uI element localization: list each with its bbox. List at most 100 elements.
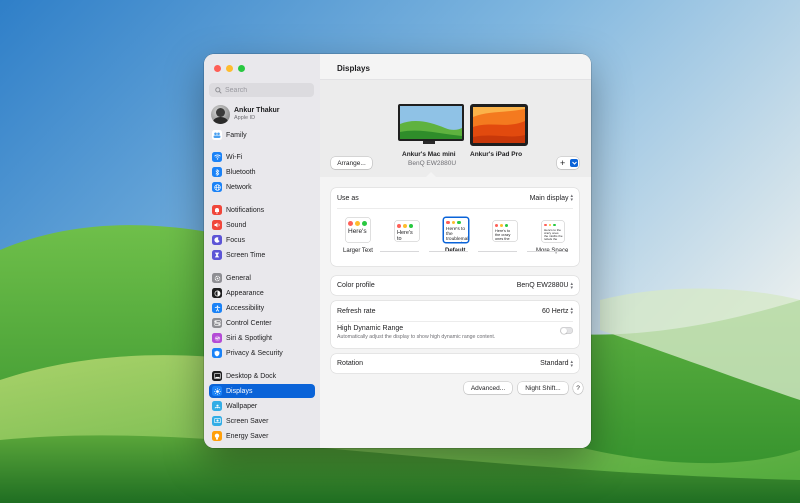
- avatar: [211, 105, 230, 124]
- color-profile-popup[interactable]: BenQ EW2880U ▴ ▾: [516, 280, 573, 291]
- hdr-description: Automatically adjust the display to show…: [337, 334, 496, 340]
- resolution-label: Larger Text: [343, 248, 373, 254]
- rotation-popup[interactable]: Standard ▴ ▾: [540, 359, 573, 368]
- sidebar-item-label: General: [226, 274, 251, 282]
- sidebar-item-accessibility[interactable]: Accessibility: [209, 301, 315, 315]
- advanced-button[interactable]: Advanced...: [464, 382, 512, 394]
- general-icon: [212, 273, 222, 283]
- resolution-sample-text: Here's to the crazy ones the troublemake…: [495, 229, 511, 241]
- divider: [337, 321, 573, 322]
- ipad-wallpaper-preview: [473, 107, 525, 143]
- display-name-2: Ankur's iPad Pro: [470, 151, 523, 158]
- monitor-stand: [423, 141, 435, 144]
- sidebar-item-bluetooth[interactable]: Bluetooth: [209, 165, 315, 179]
- refresh-hdr-card: Refresh rate 60 Hertz ▴ ▾ High Dynamic Ra…: [331, 301, 579, 348]
- resolution-option[interactable]: Here's to the crazy ones the misfits the…: [542, 221, 564, 242]
- use-as-popup[interactable]: Main display ▴ ▾: [529, 193, 573, 203]
- sidebar-item-label: Network: [226, 183, 252, 191]
- search-field[interactable]: [209, 83, 314, 97]
- sidebar-item-wifi[interactable]: Wi-Fi: [209, 150, 315, 164]
- add-display-button[interactable]: +: [557, 157, 579, 169]
- sidebar-item-label: Appearance: [226, 289, 264, 297]
- sidebar-item-notifications[interactable]: Notifications: [209, 203, 315, 217]
- search-input[interactable]: [225, 86, 305, 94]
- window-dots-preview: [544, 223, 556, 226]
- hdr-toggle[interactable]: [560, 327, 573, 334]
- window-dots-preview: [397, 223, 413, 228]
- sidebar-item-displays[interactable]: Displays: [209, 384, 315, 398]
- displays-pane: Displays Ankur's Mac mini BenQ EW2880U A…: [320, 54, 591, 448]
- resolution-sample-text: Here's to the crazy ones the misfits the…: [544, 227, 563, 242]
- up-down-chevron-icon: ▴ ▾: [570, 306, 573, 316]
- sidebar-item-sound[interactable]: Sound: [209, 218, 315, 232]
- display-arrangement: Ankur's Mac mini BenQ EW2880U Ankur's iP…: [320, 80, 591, 177]
- refresh-rate-label: Refresh rate: [337, 307, 376, 315]
- close-button[interactable]: [214, 65, 221, 72]
- bluetooth-icon: [212, 167, 222, 177]
- resolution-option[interactable]: Here's to the crazy ones the troublemake…: [493, 221, 517, 241]
- apple-id-account[interactable]: Ankur Thakur Apple ID: [211, 105, 280, 124]
- sidebar-item-label: Screen Time: [226, 251, 266, 259]
- sidebar-item-label: Wallpaper: [226, 402, 258, 410]
- privacy-icon: [212, 348, 222, 358]
- sidebar-item-appearance[interactable]: Appearance: [209, 286, 315, 300]
- account-name: Ankur Thakur: [234, 107, 280, 114]
- color-profile-row[interactable]: Color profile BenQ EW2880U ▴ ▾: [331, 276, 579, 295]
- window-controls: [214, 65, 245, 72]
- window-dots-preview: [348, 220, 367, 226]
- sidebar-item-label: Sound: [226, 221, 247, 229]
- use-as-row[interactable]: Use as Main display ▴ ▾: [331, 188, 579, 208]
- page-title: Displays: [337, 64, 370, 73]
- rotation-label: Rotation: [337, 360, 364, 367]
- sidebar-item-siri[interactable]: Siri & Spotlight: [209, 331, 315, 345]
- display-mac-mini[interactable]: [398, 104, 464, 141]
- resolution-sample-text: Here's: [348, 228, 367, 235]
- help-button[interactable]: ?: [573, 382, 583, 394]
- sidebar-item-label: Family: [226, 131, 247, 139]
- sidebar-item-label: Privacy & Security: [226, 349, 283, 357]
- hdr-label: High Dynamic Range: [337, 325, 404, 332]
- divider: [337, 208, 573, 209]
- sidebar-item-network[interactable]: Network: [209, 180, 315, 194]
- sidebar-item-energy-saver[interactable]: Energy Saver: [209, 429, 315, 443]
- add-label: +: [560, 157, 566, 168]
- resolution-option[interactable]: Here's to troubleman: [395, 221, 419, 241]
- sidebar: Ankur Thakur Apple ID Family Wi-Fi Bluetoo…: [204, 54, 321, 448]
- rotation-row[interactable]: Rotation Standard ▴ ▾: [331, 354, 579, 373]
- wifi-icon: [212, 152, 222, 162]
- resolution-scale-track: [429, 251, 468, 252]
- use-as-value: Main display: [529, 194, 569, 202]
- sidebar-item-focus[interactable]: Focus: [209, 233, 315, 247]
- sidebar-item-label: Energy Saver: [226, 432, 269, 440]
- family-icon: [212, 130, 222, 140]
- desktop-dock-icon: [212, 371, 222, 381]
- resolution-option[interactable]: Here's to the troublemakers ones who see: [444, 218, 468, 242]
- system-settings-window: Ankur Thakur Apple ID Family Wi-Fi Bluetoo…: [204, 54, 591, 448]
- sidebar-item-family[interactable]: Family: [209, 128, 315, 142]
- up-down-chevron-icon: ▴ ▾: [570, 280, 573, 291]
- zoom-button[interactable]: [238, 65, 245, 72]
- sidebar-item-privacy[interactable]: Privacy & Security: [209, 346, 315, 360]
- refresh-rate-popup[interactable]: 60 Hertz ▴ ▾: [542, 306, 573, 316]
- sidebar-item-label: Displays: [226, 387, 253, 395]
- up-down-chevron-icon: ▴ ▾: [570, 193, 573, 203]
- refresh-rate-row[interactable]: Refresh rate 60 Hertz ▴ ▾: [331, 301, 579, 321]
- display-ipad-pro[interactable]: [470, 104, 528, 146]
- sidebar-item-desktop-dock[interactable]: Desktop & Dock: [209, 369, 315, 383]
- arrange-button[interactable]: Arrange...: [331, 157, 372, 169]
- use-as-card: Use as Main display ▴ ▾ Here's Larger Text…: [331, 188, 579, 266]
- refresh-rate-value: 60 Hertz: [542, 307, 569, 315]
- sidebar-item-control-center[interactable]: Control Center: [209, 316, 315, 330]
- resolution-sample-text: Here's to troubleman: [397, 230, 413, 241]
- resolution-scale-track: [380, 251, 419, 252]
- resolution-option[interactable]: Here's: [346, 218, 370, 242]
- rotation-card: Rotation Standard ▴ ▾: [331, 354, 579, 373]
- sidebar-item-screen-time[interactable]: Screen Time: [209, 248, 315, 262]
- sidebar-item-wallpaper[interactable]: Wallpaper: [209, 399, 315, 413]
- color-profile-value: BenQ EW2880U: [516, 282, 569, 289]
- minimize-button[interactable]: [226, 65, 233, 72]
- sidebar-item-screen-saver[interactable]: Screen Saver: [209, 414, 315, 428]
- sidebar-item-general[interactable]: General: [209, 271, 315, 285]
- resolution-scale-track: [527, 251, 566, 252]
- night-shift-button[interactable]: Night Shift...: [518, 382, 568, 394]
